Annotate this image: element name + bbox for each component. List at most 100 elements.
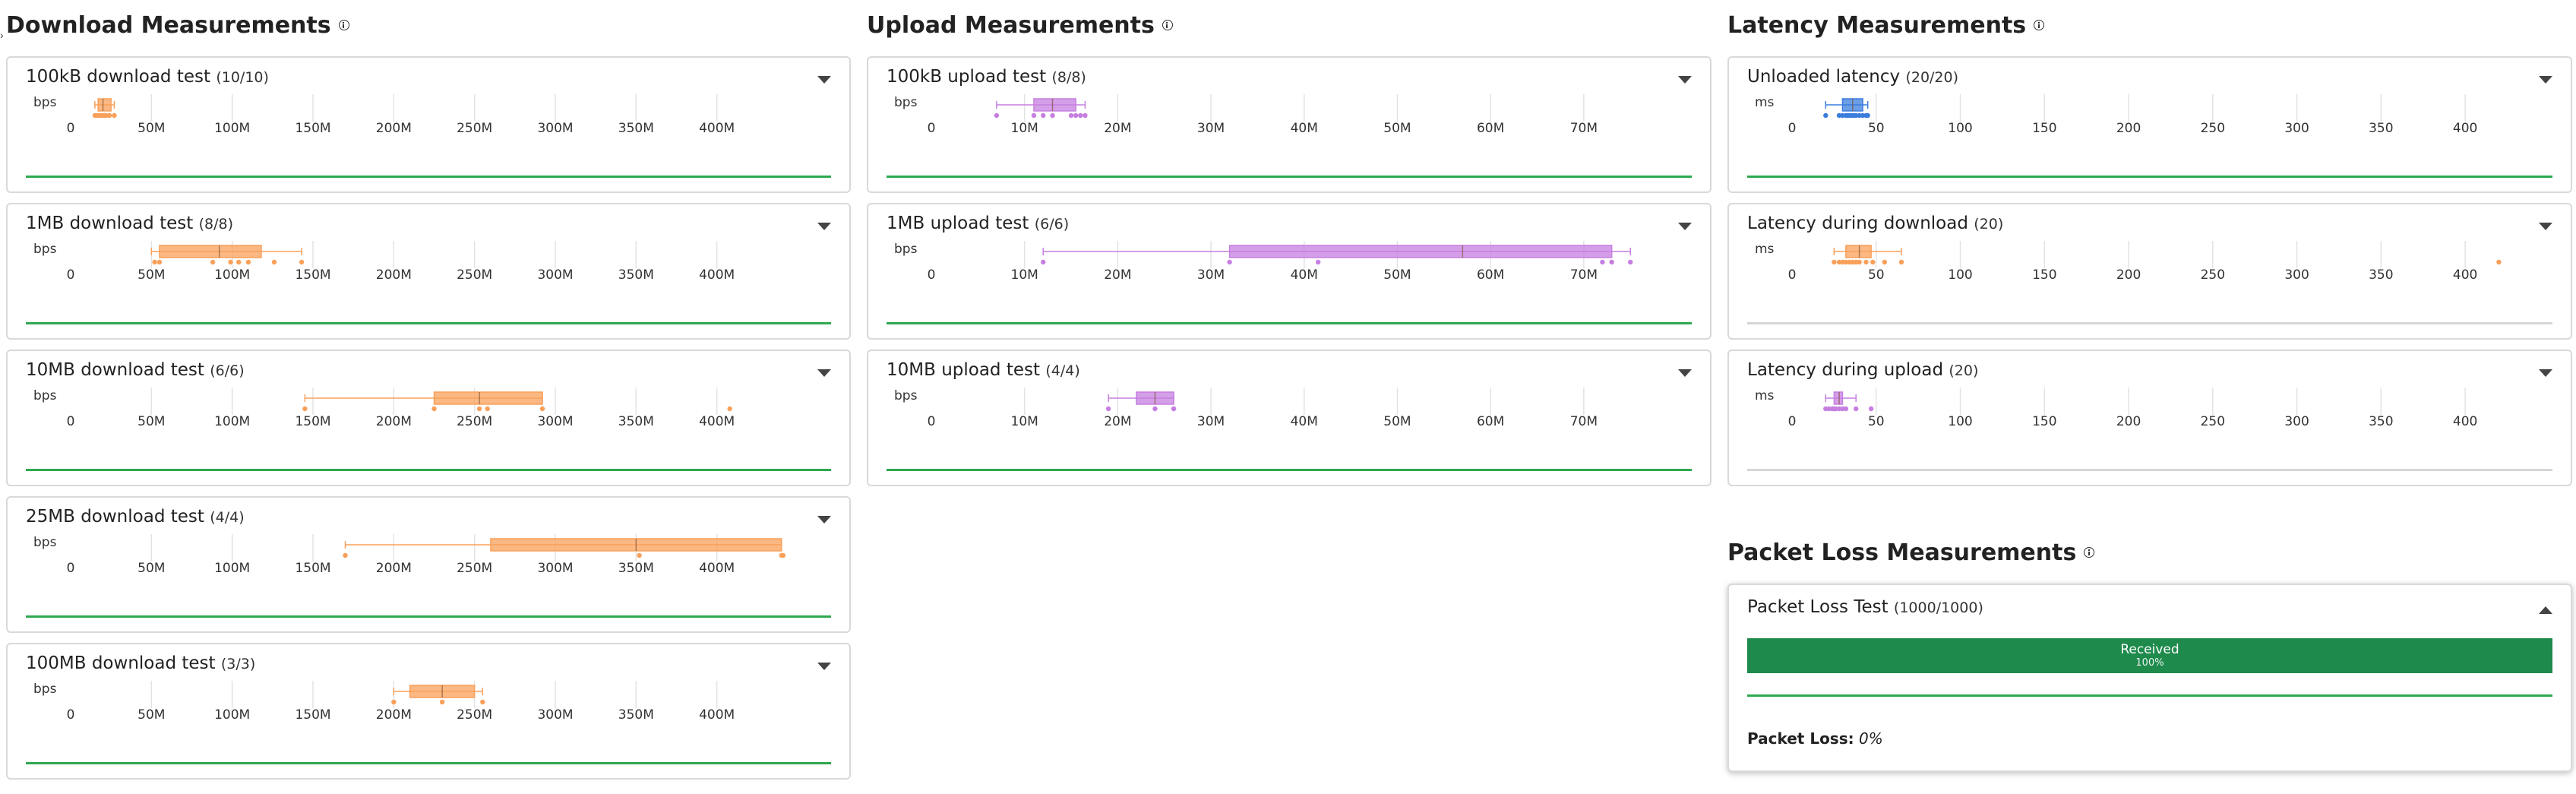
unit-label: bps <box>33 535 57 550</box>
test-name: 25MB download test <box>26 507 210 527</box>
info-icon[interactable] <box>2034 20 2045 30</box>
packet-loss-summary: Packet Loss: 0% <box>1747 729 1883 748</box>
expand-caret-icon[interactable] <box>817 516 831 524</box>
test-title[interactable]: Unloaded latency (20/20) <box>1747 67 1958 87</box>
tick-label: 250M <box>457 267 492 283</box>
test-title[interactable]: 25MB download test (4/4) <box>26 507 245 527</box>
tick-label: 250M <box>457 707 492 723</box>
tick-label: 10M <box>1011 267 1038 283</box>
data-point <box>2496 259 2502 265</box>
test-title[interactable]: 100kB upload test (8/8) <box>887 67 1086 87</box>
iqr-box <box>1833 391 1844 405</box>
test-title[interactable]: 100MB download test (3/3) <box>26 653 255 673</box>
test-title[interactable]: Latency during download (20) <box>1747 214 2003 233</box>
test-title[interactable]: 1MB upload test (6/6) <box>887 214 1069 233</box>
test-name: 1MB upload test <box>887 214 1035 233</box>
test-name: 10MB upload test <box>887 360 1046 380</box>
tick-label: 100M <box>214 121 250 136</box>
data-point <box>1898 259 1904 265</box>
data-point <box>994 112 1000 119</box>
test-title[interactable]: 10MB upload test (4/4) <box>887 360 1080 380</box>
tick-label: 350 <box>2369 121 2393 136</box>
expand-caret-icon[interactable] <box>817 369 831 377</box>
info-icon[interactable] <box>2084 547 2095 558</box>
test-name: 1MB download test <box>26 214 199 233</box>
iqr-box <box>1845 245 1872 258</box>
data-point <box>391 699 397 705</box>
test-name: Unloaded latency <box>1747 67 1906 87</box>
packet-loss-card-title[interactable]: Packet Loss Test (1000/1000) <box>1747 597 1983 617</box>
info-icon[interactable] <box>338 20 349 30</box>
test-title[interactable]: 1MB download test (8/8) <box>26 214 233 233</box>
test-status-line <box>26 469 831 471</box>
test-count: (6/6) <box>1034 216 1070 233</box>
expand-caret-icon[interactable] <box>2539 369 2552 377</box>
tick-label: 400M <box>699 707 735 723</box>
tick-label: 100M <box>214 414 250 429</box>
tick-label: 50M <box>137 121 165 136</box>
tick-label: 300M <box>537 561 573 576</box>
tick-label: 250 <box>2201 121 2225 136</box>
data-point <box>476 406 482 412</box>
expand-caret-icon[interactable] <box>817 663 831 670</box>
test-name: Latency during download <box>1747 214 1974 233</box>
test-count: (20) <box>1974 216 2004 233</box>
tick-label: 250 <box>2201 267 2225 283</box>
test-title[interactable]: Latency during upload (20) <box>1747 360 1978 380</box>
download-test-card: 100kB download test (10/10) bps 0 50M 100M 15… <box>6 56 851 193</box>
tick-label: 60M <box>1477 267 1504 283</box>
expand-caret-icon[interactable] <box>2539 76 2552 84</box>
expand-caret-icon[interactable] <box>817 76 831 84</box>
packet-loss-value: 0% <box>1858 729 1883 748</box>
boxplot-chart: bps 0 10M 20M 30M 40M 50M 60M 70M <box>894 94 1598 136</box>
tick-label: 30M <box>1197 121 1225 136</box>
tick-label: 100M <box>214 707 250 723</box>
tick-label: 50M <box>137 267 165 283</box>
tick-label: 150M <box>295 121 330 136</box>
tick-label: 50M <box>137 561 165 576</box>
expand-caret-icon[interactable] <box>1678 223 1692 230</box>
unit-label: bps <box>33 682 57 697</box>
packet-loss-baseline <box>1747 694 2552 697</box>
data-point <box>299 259 305 265</box>
tick-label: 350M <box>618 561 654 576</box>
test-title[interactable]: 10MB download test (6/6) <box>26 360 245 380</box>
tick-label: 50M <box>1383 121 1411 136</box>
test-title[interactable]: 100kB download test (10/10) <box>26 67 269 87</box>
download-test-card: 1MB download test (8/8) bps 0 50M 100M 150M 20… <box>6 203 851 340</box>
upload-title-text: Upload Measurements <box>867 11 1155 39</box>
packet-loss-count: (1000/1000) <box>1893 599 1983 616</box>
data-point <box>1083 112 1088 119</box>
tick-label: 350 <box>2369 414 2393 429</box>
unit-label: bps <box>894 242 918 257</box>
download-test-card: 25MB download test (4/4) bps 0 50M 100M 150M 2… <box>6 496 851 633</box>
collapse-caret-icon[interactable] <box>2539 606 2552 614</box>
data-point <box>1152 406 1158 412</box>
tick-label: 200 <box>2116 121 2141 136</box>
info-icon[interactable] <box>1162 20 1173 30</box>
expand-caret-icon[interactable] <box>2539 223 2552 230</box>
test-count: (8/8) <box>1051 69 1086 86</box>
tick-label: 20M <box>1104 121 1131 136</box>
expand-caret-icon[interactable] <box>1678 369 1692 377</box>
unit-label: ms <box>1755 388 1775 403</box>
boxplot-chart: bps 0 50M 100M 150M 200M 250M 300M 350M 400M <box>33 94 735 136</box>
data-point <box>1823 112 1828 119</box>
tick-label: 250M <box>457 121 492 136</box>
data-point <box>727 406 732 412</box>
download-test-card: 100MB download test (3/3) bps 0 50M 100M 150M… <box>6 643 851 780</box>
tick-label: 200M <box>376 561 412 576</box>
test-name: 10MB download test <box>26 360 210 380</box>
data-point <box>1870 259 1876 265</box>
expand-caret-icon[interactable] <box>1678 76 1692 84</box>
tick-label: 200 <box>2116 414 2141 429</box>
latency-column: Latency Measurements Unloaded latency (2… <box>1721 0 2572 794</box>
tick-label: 200M <box>376 267 412 283</box>
boxplot-chart: bps 0 10M 20M 30M 40M 50M 60M 70M <box>894 388 1598 429</box>
tick-label: 0 <box>67 121 75 136</box>
expand-caret-icon[interactable] <box>817 223 831 230</box>
tick-label: 150 <box>2032 267 2056 283</box>
unit-label: bps <box>33 388 57 403</box>
packet-received-bar: Received 100% <box>1747 638 2552 673</box>
tick-label: 400 <box>2453 267 2477 283</box>
